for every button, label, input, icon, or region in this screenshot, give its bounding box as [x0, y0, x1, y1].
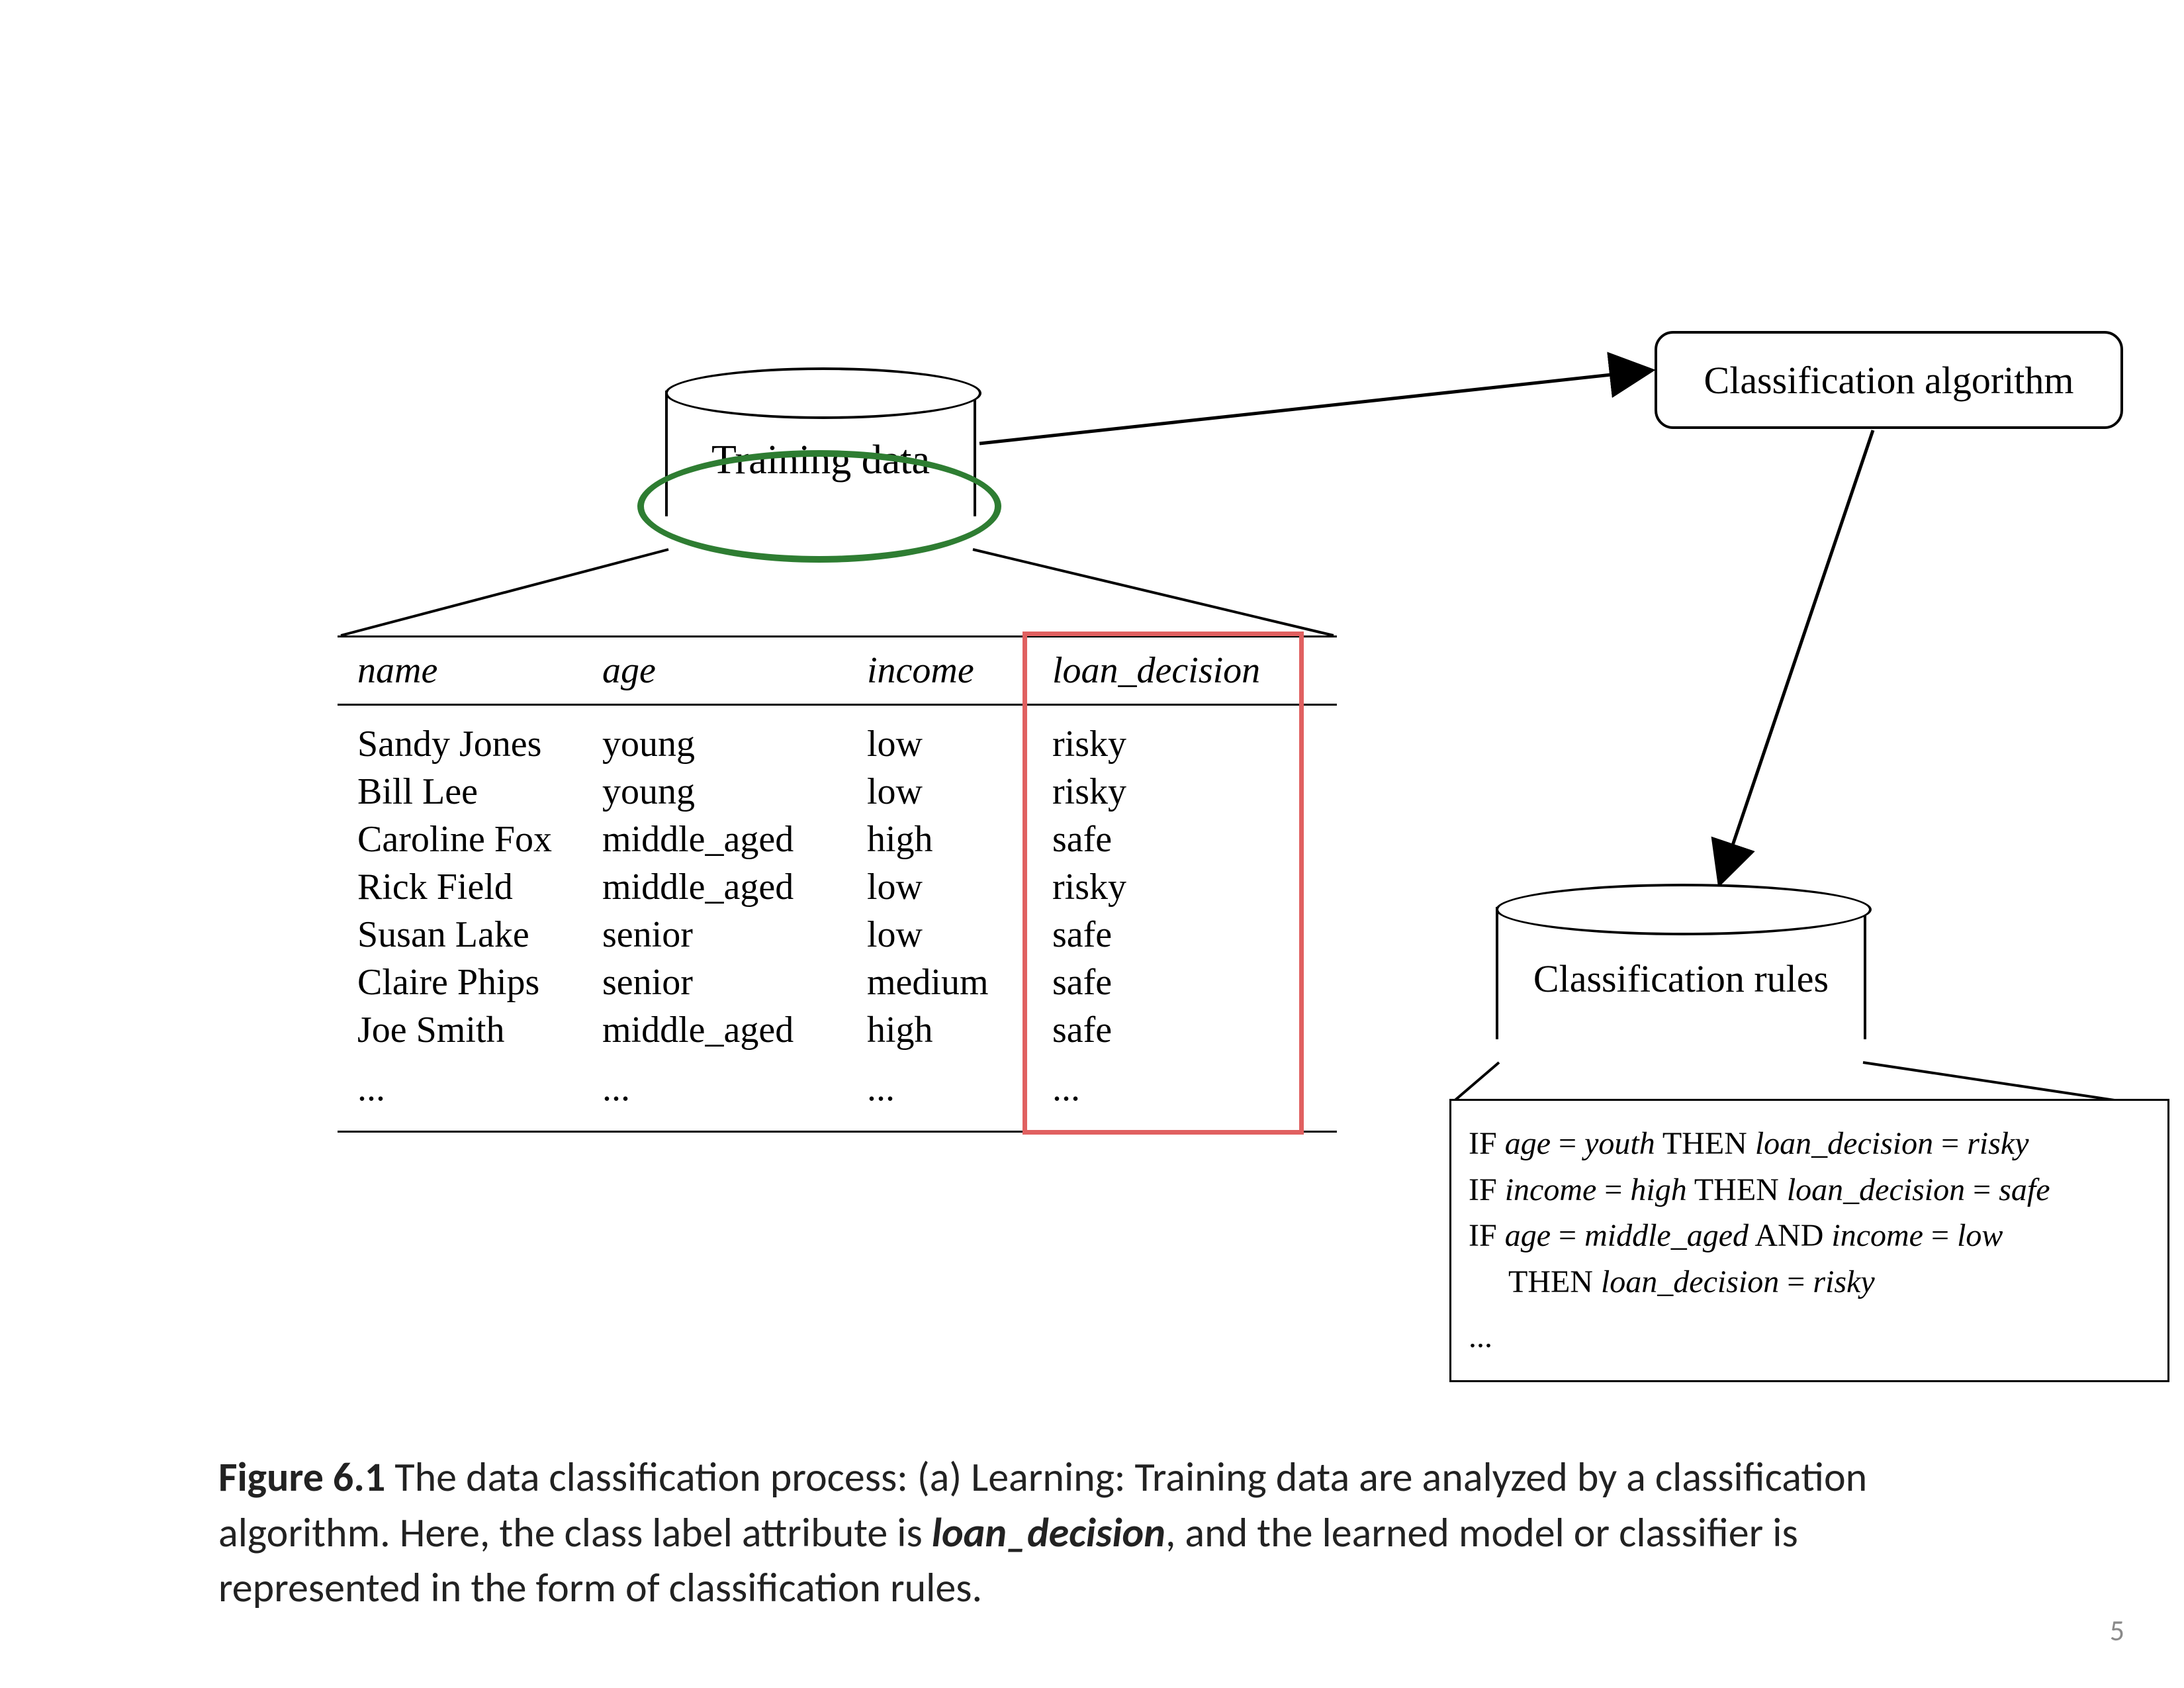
- table-row-ellipsis: ... ... ... ...: [338, 1054, 1337, 1112]
- cell-income: high: [867, 1009, 1052, 1051]
- col-header-income: income: [867, 649, 1052, 692]
- cell-age: senior: [602, 961, 867, 1004]
- rule-line-1: IF age = youth THEN loan_decision = risk…: [1469, 1121, 2150, 1167]
- classification-rules-label: Classification rules: [1498, 957, 1864, 1001]
- caption-emph: loan_decision: [932, 1507, 1165, 1558]
- cell-age: young: [602, 771, 867, 813]
- table-row: Rick Field middle_aged low risky: [338, 863, 1337, 911]
- cell-loan: safe: [1052, 818, 1291, 861]
- table-row: Bill Lee young low risky: [338, 768, 1337, 816]
- cell-ellipsis: ...: [1052, 1067, 1291, 1109]
- cell-ellipsis: ...: [602, 1067, 867, 1109]
- cell-name: Claire Phips: [357, 961, 602, 1004]
- cell-income: medium: [867, 961, 1052, 1004]
- rule-line-2: IF income = high THEN loan_decision = sa…: [1469, 1167, 2150, 1213]
- cell-loan: risky: [1052, 866, 1291, 908]
- cylinder-body: Training data: [665, 391, 976, 516]
- cell-loan: safe: [1052, 1009, 1291, 1051]
- cell-age: middle_aged: [602, 1009, 867, 1051]
- cell-name: Sandy Jones: [357, 723, 602, 765]
- cell-name: Joe Smith: [357, 1009, 602, 1051]
- classification-rules-box: IF age = youth THEN loan_decision = risk…: [1449, 1099, 2169, 1382]
- cell-loan: risky: [1052, 771, 1291, 813]
- figure-caption: Figure 6.1 The data classification proce…: [218, 1450, 1926, 1616]
- training-data-cylinder: Training data: [665, 391, 976, 516]
- cell-income: low: [867, 866, 1052, 908]
- cell-income: low: [867, 723, 1052, 765]
- training-data-label: Training data: [668, 437, 974, 484]
- cylinder-top-ellipse: [665, 367, 981, 419]
- cell-income: high: [867, 818, 1052, 861]
- cell-age: young: [602, 723, 867, 765]
- classification-algorithm-box: Classification algorithm: [1655, 331, 2123, 429]
- cell-name: Bill Lee: [357, 771, 602, 813]
- classification-rules-cylinder: Classification rules: [1496, 907, 1866, 1039]
- training-data-table: name age income loan_decision Sandy Jone…: [338, 635, 1337, 1133]
- rule-line-3a: IF age = middle_aged AND income = low: [1469, 1213, 2150, 1259]
- table-row: Claire Phips senior medium safe: [338, 959, 1337, 1006]
- cell-loan: safe: [1052, 961, 1291, 1004]
- table-row: Susan Lake senior low safe: [338, 911, 1337, 959]
- cell-income: low: [867, 914, 1052, 956]
- table-header-row: name age income loan_decision: [338, 637, 1337, 706]
- cell-ellipsis: ...: [867, 1067, 1052, 1109]
- table-row: Sandy Jones young low risky: [338, 720, 1337, 768]
- caption-lead: Figure 6.1: [218, 1452, 385, 1502]
- table-row: Joe Smith middle_aged high safe: [338, 1006, 1337, 1054]
- cell-loan: safe: [1052, 914, 1291, 956]
- col-header-age: age: [602, 649, 867, 692]
- classification-algorithm-label: Classification algorithm: [1704, 358, 2074, 402]
- col-header-name: name: [357, 649, 602, 692]
- cell-loan: risky: [1052, 723, 1291, 765]
- cylinder-bottom-ellipse: [1496, 1011, 1872, 1062]
- cell-ellipsis: ...: [357, 1067, 602, 1109]
- cylinder-body: Classification rules: [1496, 907, 1866, 1039]
- slide-stage: { "training_cylinder": { "label": "Train…: [0, 0, 2184, 1688]
- col-header-loan: loan_decision: [1052, 649, 1291, 692]
- rule-line-3b: THEN loan_decision = risky: [1469, 1259, 2150, 1305]
- page-number: 5: [2110, 1613, 2124, 1648]
- cell-age: middle_aged: [602, 866, 867, 908]
- table-row: Caroline Fox middle_aged high safe: [338, 816, 1337, 863]
- cell-name: Rick Field: [357, 866, 602, 908]
- table-body: Sandy Jones young low risky Bill Lee you…: [338, 706, 1337, 1131]
- cell-name: Caroline Fox: [357, 818, 602, 861]
- cell-age: middle_aged: [602, 818, 867, 861]
- cell-name: Susan Lake: [357, 914, 602, 956]
- cylinder-bottom-ellipse: [665, 488, 981, 539]
- cell-age: senior: [602, 914, 867, 956]
- cell-income: low: [867, 771, 1052, 813]
- cylinder-top-ellipse: [1496, 884, 1872, 935]
- rule-ellipsis: ...: [1469, 1305, 2150, 1360]
